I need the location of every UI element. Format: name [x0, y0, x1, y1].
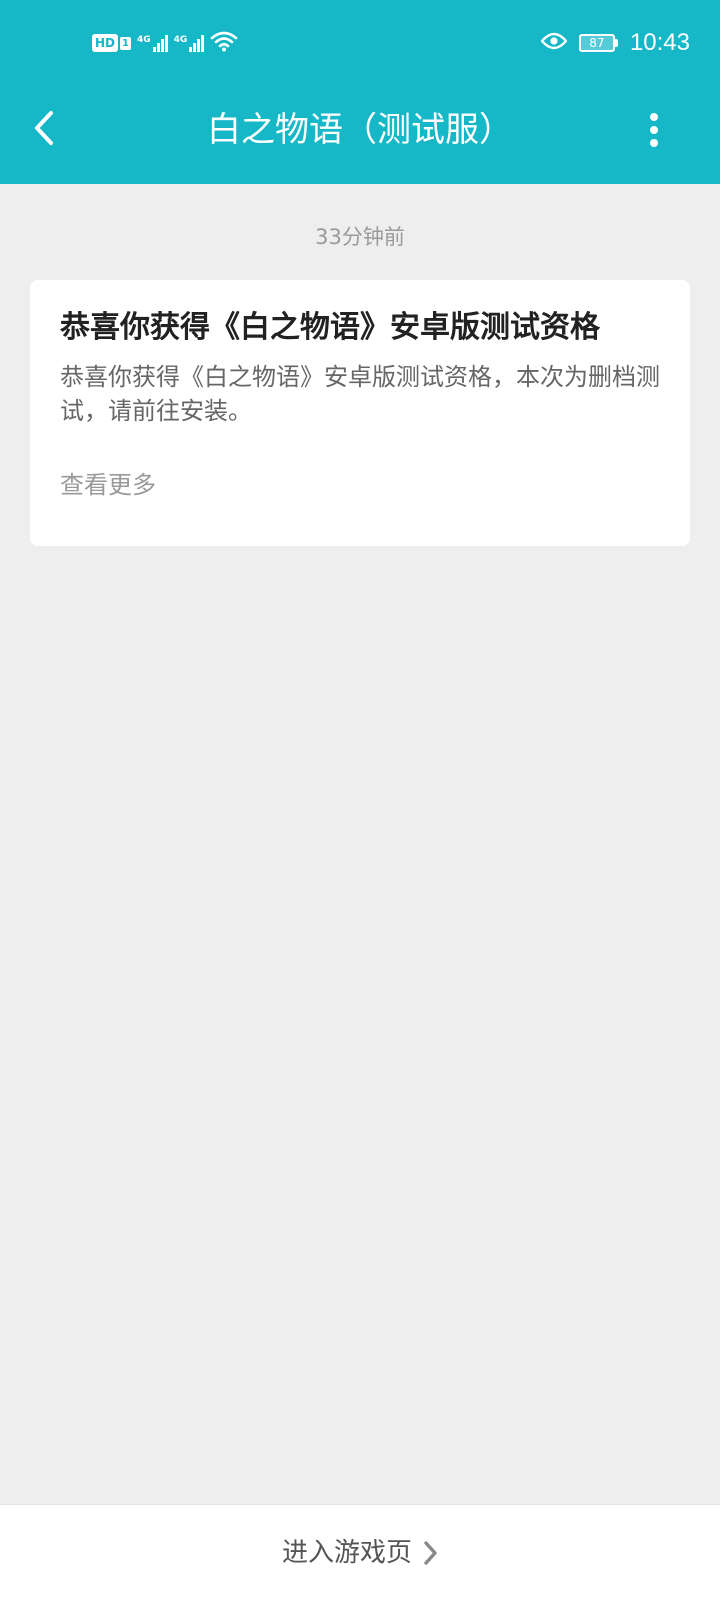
- more-options-button[interactable]: [632, 106, 676, 154]
- signal-bar: [197, 38, 201, 52]
- signal-bar: [164, 34, 168, 52]
- chevron-left-icon: [35, 111, 53, 145]
- enter-game-page-button[interactable]: 进入游戏页: [0, 1504, 720, 1600]
- enter-game-page-label: 进入游戏页: [281, 1537, 412, 1568]
- more-vertical-icon: [650, 113, 658, 147]
- status-bar: HD 1 4G 4G 87 10:43: [0, 0, 720, 86]
- signal-1: 4G: [136, 34, 168, 52]
- back-button[interactable]: [22, 106, 66, 150]
- message-title: 恭喜你获得《白之物语》安卓版测试资格: [60, 310, 600, 345]
- status-left: HD 1 4G 4G: [92, 28, 238, 58]
- battery-tip: [614, 39, 618, 47]
- signal-bar: [152, 46, 156, 52]
- network-type-1: 4G: [136, 34, 151, 45]
- message-body: 恭喜你获得《白之物语》安卓版测试资格，本次为删档测试，请前往安装。: [60, 363, 660, 425]
- wifi-icon: [210, 30, 238, 56]
- clock: 10:43: [629, 29, 690, 56]
- chevron-right-icon: [424, 1540, 437, 1565]
- eye-icon: [540, 32, 568, 54]
- sim-number: 1: [120, 36, 131, 50]
- app-bar: 白之物语（测试服）: [0, 86, 720, 184]
- signal-bar: [201, 34, 205, 52]
- status-right: 87 10:43: [540, 26, 690, 60]
- signal-bar: [189, 46, 193, 52]
- signal-bar: [156, 42, 160, 52]
- page-title: 白之物语（测试服）: [207, 110, 513, 150]
- view-more-link[interactable]: 查看更多: [60, 468, 660, 502]
- message-card[interactable]: 恭喜你获得《白之物语》安卓版测试资格 恭喜你获得《白之物语》安卓版测试资格，本次…: [30, 280, 690, 546]
- battery-level: 87: [578, 34, 615, 52]
- signal-bar: [193, 42, 197, 52]
- battery-icon: 87: [578, 34, 618, 52]
- signal-2: 4G: [173, 34, 205, 52]
- message-timestamp: 33分钟前: [315, 225, 405, 249]
- header: HD 1 4G 4G 87 10:43 白之物语（测试服）: [0, 0, 720, 184]
- signal-bar: [160, 38, 164, 52]
- network-type-2: 4G: [173, 34, 188, 45]
- hd-badge: HD 1: [92, 34, 131, 52]
- hd-label: HD: [92, 34, 119, 52]
